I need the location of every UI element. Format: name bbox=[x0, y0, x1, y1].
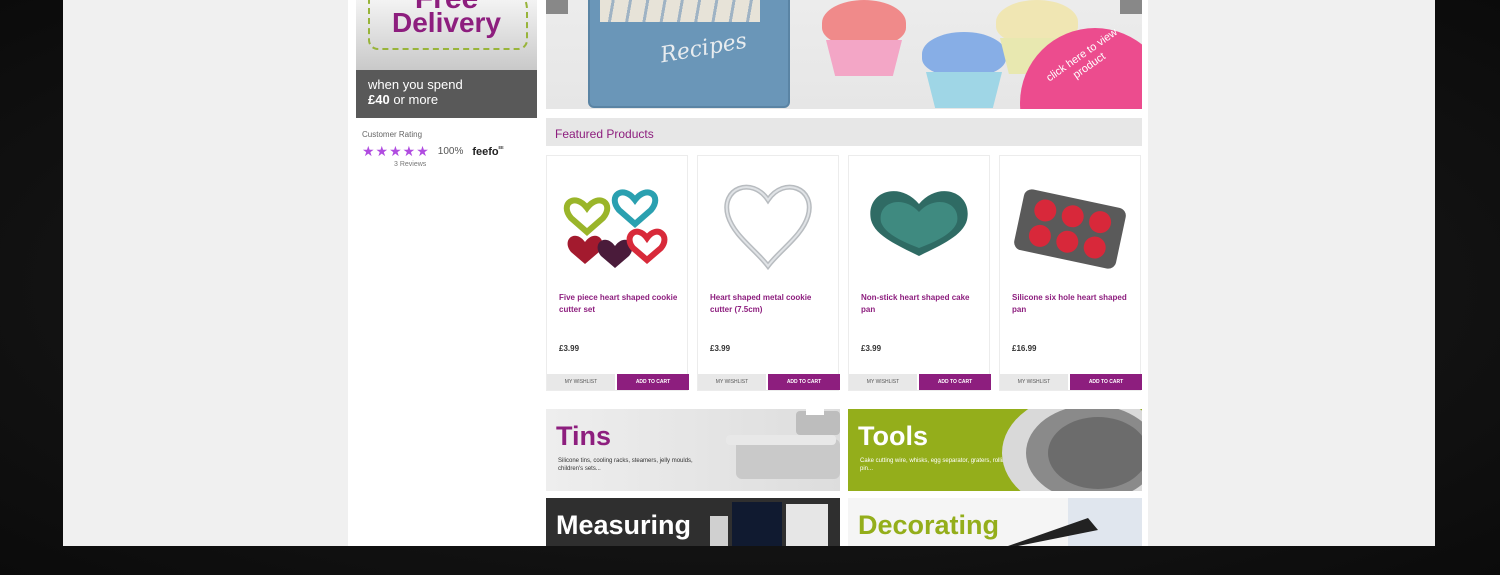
product-card[interactable]: Heart shaped metal cookie cutter (7.5cm)… bbox=[697, 155, 840, 391]
wishlist-button[interactable]: MY WISHLIST bbox=[1000, 374, 1068, 390]
add-to-cart-button[interactable]: ADD TO CART bbox=[1070, 374, 1142, 390]
heart-cake-pan-image[interactable] bbox=[859, 170, 979, 280]
customer-rating: Customer Rating ★★★★★ 100% feefoᴱᴱ 3 Rev… bbox=[362, 130, 542, 168]
wishlist-button[interactable]: MY WISHLIST bbox=[547, 374, 615, 390]
delivery-title-line2: Delivery bbox=[392, 7, 501, 38]
product-actions: MY WISHLIST ADD TO CART bbox=[698, 374, 840, 390]
product-card[interactable]: Five piece heart shaped cookie cutter se… bbox=[546, 155, 689, 391]
delivery-amount: £40 bbox=[368, 92, 390, 107]
steamer-pot-image bbox=[726, 409, 840, 479]
add-to-cart-button[interactable]: ADD TO CART bbox=[919, 374, 991, 390]
recipe-tin-image: Recipes bbox=[588, 0, 790, 108]
product-name[interactable]: Silicone six hole heart shaped pan bbox=[1012, 292, 1132, 316]
category-tile-decorating[interactable]: Decorating bbox=[848, 498, 1142, 546]
product-grid: Five piece heart shaped cookie cutter se… bbox=[546, 155, 1142, 395]
product-price: £3.99 bbox=[559, 344, 580, 353]
product-card[interactable]: Silicone six hole heart shaped pan £16.9… bbox=[999, 155, 1142, 391]
product-price: £3.99 bbox=[710, 344, 731, 353]
category-title: Tins bbox=[556, 421, 612, 451]
product-name[interactable]: Five piece heart shaped cookie cutter se… bbox=[559, 292, 679, 316]
delivery-threshold: £40 or more bbox=[368, 92, 525, 107]
add-to-cart-button[interactable]: ADD TO CART bbox=[768, 374, 840, 390]
delivery-promo-top: Free Delivery bbox=[356, 0, 537, 70]
monitor-frame: Free Delivery when you spend £40 or more… bbox=[0, 0, 1500, 575]
rating-label: Customer Rating bbox=[362, 130, 423, 139]
screen: Free Delivery when you spend £40 or more… bbox=[63, 0, 1435, 546]
rating-row: ★★★★★ 100% feefoᴱᴱ bbox=[362, 143, 542, 160]
carousel-prev-arrow-icon[interactable] bbox=[546, 0, 568, 14]
recipe-cards bbox=[600, 0, 760, 22]
featured-products-header: Featured Products bbox=[546, 118, 1142, 146]
rating-percent: 100% bbox=[437, 146, 464, 157]
category-title: Tools bbox=[858, 421, 928, 451]
cupcake-pink-image bbox=[818, 0, 910, 78]
product-price: £3.99 bbox=[861, 344, 882, 353]
carousel-next-arrow-icon[interactable] bbox=[1120, 0, 1142, 14]
metal-heart-cutter-image[interactable] bbox=[708, 170, 828, 280]
silicone-heart-pan-image[interactable] bbox=[1010, 170, 1130, 280]
cookie-cutter-set-image[interactable] bbox=[557, 170, 677, 280]
product-actions: MY WISHLIST ADD TO CART bbox=[849, 374, 991, 390]
add-to-cart-button[interactable]: ADD TO CART bbox=[617, 374, 689, 390]
category-tile-tools[interactable]: Tools Cake cutting wire, whisks, egg sep… bbox=[848, 409, 1142, 491]
product-actions: MY WISHLIST ADD TO CART bbox=[547, 374, 689, 390]
hero-banner[interactable]: Recipes click here to view product bbox=[546, 0, 1142, 109]
measuring-jug-image bbox=[710, 502, 828, 546]
product-name[interactable]: Non-stick heart shaped cake pan bbox=[861, 292, 981, 316]
reviews-link[interactable]: 3 Reviews bbox=[394, 161, 542, 168]
category-tile-tins[interactable]: Tins Silicone tins, cooling racks, steam… bbox=[546, 409, 840, 491]
delivery-subline: when you spend bbox=[368, 77, 463, 92]
web-page: Free Delivery when you spend £40 or more… bbox=[348, 0, 1148, 546]
category-title: Decorating bbox=[858, 510, 1000, 540]
feefo-brand: feefo bbox=[472, 145, 499, 158]
category-description: Silicone tins, cooling racks, steamers, … bbox=[558, 458, 693, 472]
feefo-logo[interactable]: feefoᴱᴱ bbox=[472, 146, 503, 158]
free-delivery-promo[interactable]: Free Delivery when you spend £40 or more bbox=[356, 0, 537, 118]
product-name[interactable]: Heart shaped metal cookie cutter (7.5cm) bbox=[710, 292, 830, 316]
delivery-promo-bottom: when you spend £40 or more bbox=[356, 70, 537, 118]
tin-label: Recipes bbox=[658, 28, 749, 69]
wishlist-button[interactable]: MY WISHLIST bbox=[849, 374, 917, 390]
product-actions: MY WISHLIST ADD TO CART bbox=[1000, 374, 1142, 390]
product-price: £16.99 bbox=[1012, 344, 1037, 353]
feefo-brand-sup: ᴱᴱ bbox=[498, 145, 504, 152]
star-rating-icon: ★★★★★ bbox=[362, 143, 430, 159]
featured-products-title: Featured Products bbox=[555, 127, 654, 141]
category-title: Measuring bbox=[556, 510, 692, 540]
wishlist-button[interactable]: MY WISHLIST bbox=[698, 374, 766, 390]
piping-bag-image bbox=[1008, 498, 1142, 546]
delivery-threshold-rest: or more bbox=[389, 92, 439, 107]
category-tile-measuring[interactable]: Measuring bbox=[546, 498, 840, 546]
mixing-bowl-image bbox=[1002, 409, 1142, 491]
product-card[interactable]: Non-stick heart shaped cake pan £3.99 MY… bbox=[848, 155, 991, 391]
